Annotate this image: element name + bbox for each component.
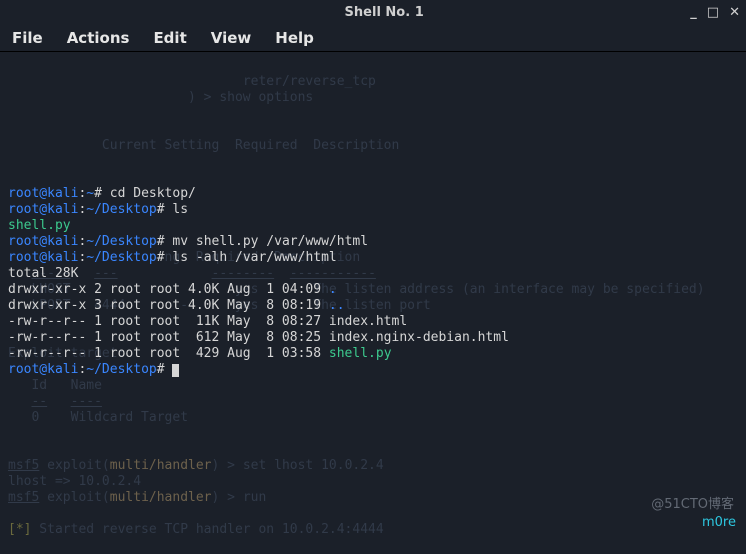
menu-view[interactable]: View bbox=[211, 29, 252, 47]
terminal-line: root@kali:~/Desktop# ls bbox=[8, 202, 188, 217]
window-title: Shell No. 1 bbox=[78, 5, 690, 20]
watermark-text: @51CTO博客 bbox=[651, 493, 734, 512]
terminal-viewport[interactable]: reter/reverse_tcp ) > show options Curre… bbox=[0, 52, 746, 434]
menu-edit[interactable]: Edit bbox=[153, 29, 186, 47]
titlebar: Shell No. 1 _ □ ✕ bbox=[0, 0, 746, 24]
terminal-line: root@kali:~/Desktop# mv shell.py /var/ww… bbox=[8, 234, 368, 249]
cursor-block bbox=[172, 364, 179, 377]
window-controls: _ □ ✕ bbox=[690, 6, 740, 19]
more-link[interactable]: m0re bbox=[702, 515, 736, 530]
close-button[interactable]: ✕ bbox=[729, 6, 740, 19]
menu-actions[interactable]: Actions bbox=[67, 29, 130, 47]
terminal-line: -rw-r--r-- 1 root root 11K May 8 08:27 i… bbox=[8, 314, 407, 329]
menu-file[interactable]: File bbox=[12, 29, 43, 47]
menu-help[interactable]: Help bbox=[275, 29, 314, 47]
maximize-button[interactable]: □ bbox=[707, 6, 719, 19]
terminal-line: -rw-r--r-- 1 root root 612 May 8 08:25 i… bbox=[8, 330, 509, 345]
menubar: File Actions Edit View Help bbox=[0, 24, 746, 52]
terminal-line: drwxr-xr-x 2 root root 4.0K Aug 1 04:09 … bbox=[8, 282, 337, 297]
terminal-line: shell.py bbox=[8, 218, 71, 233]
minimize-button[interactable]: _ bbox=[690, 6, 697, 19]
terminal-line: drwxr-xr-x 3 root root 4.0K May 8 08:19 … bbox=[8, 298, 345, 313]
terminal-output: root@kali:~# cd Desktop/ root@kali:~/Des… bbox=[8, 170, 738, 394]
terminal-line: -rw-r--r-- 1 root root 429 Aug 1 03:58 s… bbox=[8, 346, 392, 361]
terminal-line: root@kali:~/Desktop# ls -alh /var/www/ht… bbox=[8, 250, 337, 265]
terminal-line: total 28K bbox=[8, 266, 78, 281]
terminal-line: root@kali:~# cd Desktop/ bbox=[8, 186, 196, 201]
terminal-line: root@kali:~/Desktop# bbox=[8, 362, 179, 377]
